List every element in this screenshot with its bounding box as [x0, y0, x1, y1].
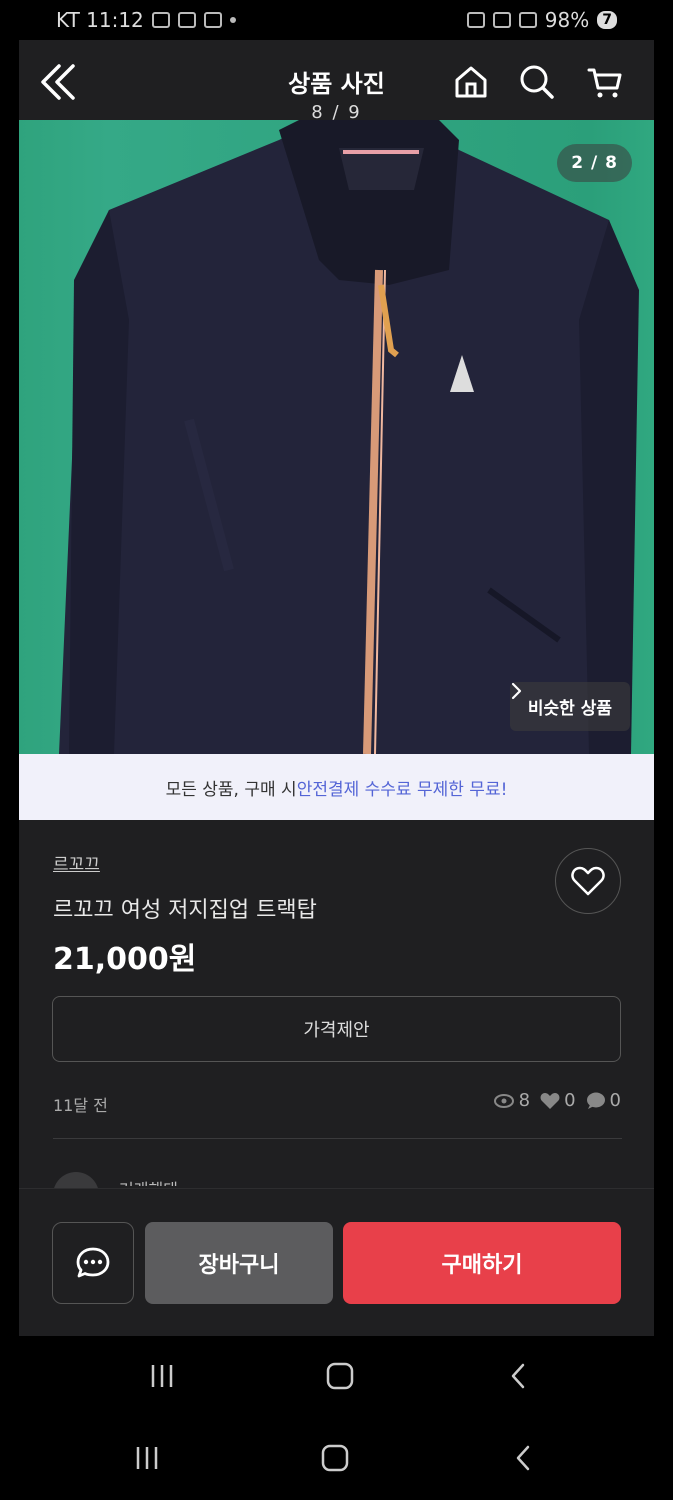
chat-bubble-icon	[586, 1092, 605, 1109]
cart-button[interactable]	[585, 62, 625, 102]
similar-products-button[interactable]: 비슷한 상품	[509, 682, 630, 731]
promo-highlight: 안전결제 수수료 무제한 무료!	[296, 779, 508, 800]
home-icon	[455, 66, 487, 98]
cart-icon	[587, 68, 622, 98]
views-stat: 8	[493, 1090, 530, 1111]
posted-time: 11달 전	[53, 1096, 108, 1115]
page-title: 상품 사진	[288, 70, 385, 98]
buy-button[interactable]: 구매하기	[343, 1222, 621, 1304]
home-nav-icon	[326, 1362, 354, 1390]
app-notification-icon	[177, 12, 196, 28]
recents-icon	[136, 1447, 158, 1469]
back-nav-button-outer[interactable]	[503, 1438, 543, 1478]
chats-count: 0	[609, 1090, 621, 1111]
app-header: 상품 사진 8 / 9	[19, 40, 654, 123]
back-nav-icon	[516, 1445, 530, 1471]
avatar	[53, 1172, 99, 1188]
bottom-action-bar: 장바구니 구매하기	[19, 1188, 654, 1336]
product-stats: 8 0 0	[489, 1090, 621, 1111]
back-nav-button[interactable]	[498, 1356, 538, 1396]
views-count: 8	[518, 1090, 531, 1111]
app-screen: 상품 사진 8 / 9 2 / 8 비슷한 상품 모든 상품, 구매 시 안전결…	[19, 40, 654, 1336]
chat-icon	[76, 1247, 110, 1278]
home-nav-button-outer[interactable]	[315, 1438, 355, 1478]
battery-badge: 7	[597, 11, 617, 29]
product-photo[interactable]: 2 / 8 비슷한 상품	[19, 120, 654, 754]
recents-icon	[151, 1365, 173, 1387]
heart-icon	[571, 866, 605, 896]
promo-text: 모든 상품, 구매 시	[165, 779, 297, 800]
heart-filled-icon	[540, 1092, 560, 1109]
product-price: 21,000원	[53, 942, 197, 977]
add-to-cart-button[interactable]: 장바구니	[145, 1222, 333, 1304]
photo-counter: 2 / 8	[557, 144, 632, 182]
divider	[53, 1138, 622, 1139]
likes-stat: 0	[540, 1090, 576, 1111]
likes-count: 0	[564, 1090, 576, 1111]
home-button[interactable]	[451, 62, 491, 102]
tiktok-notification-icon	[203, 12, 222, 28]
search-icon	[520, 65, 554, 99]
eye-icon	[493, 1093, 514, 1108]
jacket-image	[59, 120, 639, 754]
wifi-icon	[492, 12, 511, 28]
product-title: 르꼬끄 여성 저지집업 트랙탑	[53, 898, 317, 923]
status-bar: KT 11:12 98% 7	[0, 0, 673, 40]
seller-avatar-peek	[53, 1172, 113, 1188]
more-notifications-icon	[229, 17, 236, 23]
search-button[interactable]	[517, 62, 557, 102]
recents-button-outer[interactable]	[127, 1438, 167, 1478]
chat-button[interactable]	[52, 1222, 134, 1304]
price-offer-button[interactable]: 가격제안	[52, 996, 621, 1062]
back-nav-icon	[511, 1363, 525, 1389]
key-icon	[466, 12, 485, 28]
chevron-right-icon	[511, 682, 521, 700]
home-nav-button[interactable]	[320, 1356, 360, 1396]
battery-percent: 98%	[544, 8, 590, 32]
inner-navigation-bar	[0, 1336, 673, 1416]
recents-button[interactable]	[142, 1356, 182, 1396]
similar-products-label: 비슷한 상품	[527, 699, 612, 719]
seller-name-peek: 거래해태	[119, 1176, 178, 1186]
shop-name-link[interactable]: 르꼬끄	[53, 850, 100, 875]
signal-icon	[518, 12, 537, 28]
promo-banner[interactable]: 모든 상품, 구매 시 안전결제 수수료 무제한 무료!	[19, 754, 654, 820]
home-nav-icon	[321, 1444, 349, 1472]
gallery-notification-icon	[151, 12, 170, 28]
outer-navigation-bar	[0, 1418, 673, 1498]
chats-stat: 0	[586, 1090, 621, 1111]
like-button[interactable]	[555, 848, 621, 914]
carrier-time: KT 11:12	[56, 8, 144, 32]
